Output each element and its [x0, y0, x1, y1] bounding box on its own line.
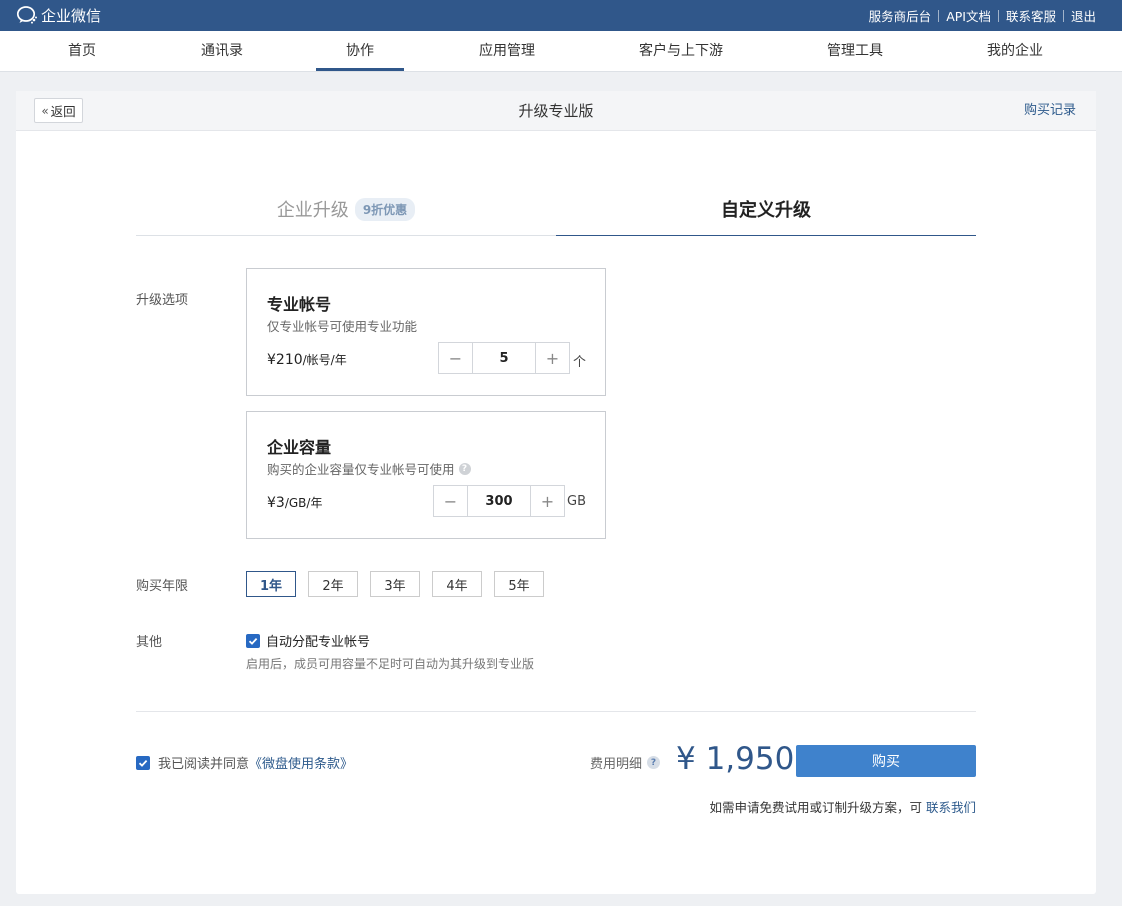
agree-row: 我已阅读并同意 《微盘使用条款》 — [136, 753, 353, 772]
option-desc: 购买的企业容量仅专业帐号可使用 ? — [267, 459, 471, 478]
nav-management-tools[interactable]: 管理工具 — [813, 31, 897, 71]
buy-button[interactable]: 购买 — [796, 745, 976, 777]
upgrade-card: « 返回 升级专业版 购买记录 企业升级 9折优惠 自定义升级 升级选项 专业帐… — [16, 91, 1096, 894]
double-chevron-left-icon: « — [41, 103, 49, 118]
period-label: 购买年限 — [136, 579, 189, 594]
storage-option: 企业容量 购买的企业容量仅专业帐号可使用 ? ¥3/GB/年 − 300 + G… — [246, 411, 606, 539]
period-option-3[interactable]: 3年 — [370, 571, 420, 597]
quantity-unit: 个 — [573, 355, 587, 370]
divider — [997, 9, 999, 22]
contact-us-link[interactable]: 联系我们 — [926, 800, 976, 815]
tab-label: 企业升级 — [276, 200, 349, 221]
page-title: 升级专业版 — [518, 102, 594, 120]
auto-assign-desc: 启用后，成员可用容量不足时可自动为其升级到专业版 — [246, 657, 535, 671]
nav-contacts[interactable]: 通讯录 — [180, 31, 264, 71]
quantity-unit: GB — [567, 494, 586, 509]
nav-app-management[interactable]: 应用管理 — [465, 31, 549, 71]
agree-text: 我已阅读并同意 — [158, 757, 250, 772]
total-price: ¥ 1,950 — [676, 741, 795, 777]
minus-icon[interactable]: − — [434, 486, 467, 516]
nav-my-enterprise[interactable]: 我的企业 — [973, 31, 1057, 71]
option-price: ¥210/帐号/年 — [267, 352, 347, 368]
option-desc: 仅专业帐号可使用专业功能 — [267, 319, 418, 334]
plus-icon[interactable]: + — [536, 343, 569, 373]
option-price: ¥3/GB/年 — [267, 495, 323, 511]
fee-detail: 费用明细 ? — [590, 753, 661, 772]
nav-collaboration[interactable]: 协作 — [316, 31, 404, 71]
option-title: 企业容量 — [267, 438, 332, 457]
logo[interactable]: 企业微信 — [16, 5, 101, 25]
quantity-input[interactable]: 5 — [472, 343, 536, 373]
nav-customers[interactable]: 客户与上下游 — [626, 31, 736, 71]
tab-custom-upgrade[interactable]: 自定义升级 — [556, 183, 976, 236]
fee-detail-label: 费用明细 — [590, 757, 643, 772]
checkmark-icon — [138, 759, 148, 767]
contact-support-link[interactable]: 联系客服 — [1006, 6, 1056, 25]
minus-icon[interactable]: − — [439, 343, 472, 373]
tab-label: 自定义升级 — [721, 200, 811, 221]
checkmark-icon — [248, 637, 258, 645]
other-label: 其他 — [136, 635, 163, 650]
period-selector: 1年 2年 3年 4年 5年 — [246, 571, 556, 597]
pro-account-option: 专业帐号 仅专业帐号可使用专业功能 ¥210/帐号/年 − 5 + 个 — [246, 268, 606, 396]
purchase-history-link[interactable]: 购买记录 — [1024, 91, 1076, 131]
discount-badge: 9折优惠 — [354, 197, 416, 221]
back-button[interactable]: « 返回 — [34, 98, 83, 123]
top-links: 服务商后台 API文档 联系客服 退出 — [869, 0, 1096, 31]
api-docs-link[interactable]: API文档 — [946, 6, 991, 25]
main-nav: 首页 通讯录 协作 应用管理 客户与上下游 管理工具 我的企业 — [0, 31, 1122, 72]
divider — [938, 9, 940, 22]
period-option-1[interactable]: 1年 — [246, 571, 296, 597]
agree-checkbox[interactable] — [136, 755, 150, 770]
help-icon[interactable]: ? — [458, 462, 471, 475]
period-option-5[interactable]: 5年 — [494, 571, 544, 597]
period-option-2[interactable]: 2年 — [308, 571, 358, 597]
period-option-4[interactable]: 4年 — [432, 571, 482, 597]
help-icon[interactable]: ? — [647, 756, 661, 769]
top-bar: 企业微信 服务商后台 API文档 联系客服 退出 — [0, 0, 1122, 31]
divider — [136, 711, 976, 712]
quantity-input[interactable]: 300 — [467, 486, 531, 516]
divider — [1062, 9, 1064, 22]
contact-note: 如需申请免费试用或订制升级方案，可 联系我们 — [709, 800, 976, 815]
upgrade-options-label: 升级选项 — [136, 293, 189, 308]
logout-link[interactable]: 退出 — [1071, 6, 1096, 25]
logo-text: 企业微信 — [41, 6, 102, 25]
option-title: 专业帐号 — [267, 295, 332, 314]
plus-icon[interactable]: + — [531, 486, 564, 516]
tab-enterprise-upgrade[interactable]: 企业升级 9折优惠 — [136, 183, 556, 236]
provider-console-link[interactable]: 服务商后台 — [869, 6, 932, 25]
wecom-logo-icon — [16, 6, 37, 24]
terms-link[interactable]: 《微盘使用条款》 — [249, 753, 353, 772]
card-header: « 返回 升级专业版 购买记录 — [16, 91, 1096, 131]
nav-home[interactable]: 首页 — [47, 31, 117, 71]
storage-stepper: − 300 + — [433, 485, 565, 517]
back-label: 返回 — [50, 104, 76, 119]
auto-assign-checkbox[interactable] — [246, 633, 260, 648]
auto-assign-row: 自动分配专业帐号 — [246, 631, 370, 650]
pro-account-stepper: − 5 + — [438, 342, 570, 374]
auto-assign-label: 自动分配专业帐号 — [266, 635, 371, 650]
